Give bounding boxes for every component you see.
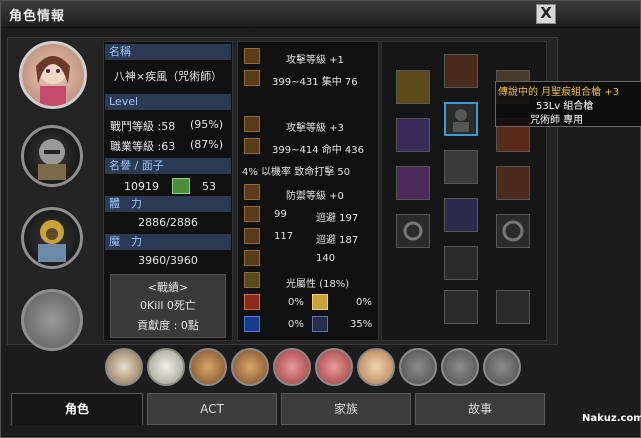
def1-evasion: 迴避 197: [316, 213, 359, 224]
knight-helmet-icon: [38, 139, 66, 180]
light-element-icon: [244, 272, 260, 288]
light-value: 0%: [356, 297, 372, 308]
contribution: 貢獻度 : 0點: [137, 319, 199, 332]
level-header: Level: [105, 94, 231, 110]
ranged-weapon-icon: [244, 116, 260, 132]
gloves-slot[interactable]: [396, 166, 430, 200]
tab-family[interactable]: 家族: [281, 393, 411, 425]
watermark-logo: Nakuz.com: [582, 413, 641, 424]
pants-slot[interactable]: [444, 290, 478, 324]
def3-value: 140: [316, 253, 336, 264]
tab-bar: 角色 ACT 家族 故事: [11, 393, 557, 425]
element-title: 光屬性 (18%): [286, 279, 350, 290]
melee-weapon-icon: [244, 48, 260, 64]
job-level: 職業等級 :63: [110, 140, 176, 153]
armored-avatar[interactable]: [21, 207, 83, 269]
attack2-line: 399~414 命中 436: [272, 145, 364, 156]
bag-slot[interactable]: [496, 166, 530, 200]
tab-character[interactable]: 角色: [11, 393, 143, 425]
attack1-title: 攻擊等級 +1: [286, 55, 344, 66]
attack1-line: 399~431 集中 76: [272, 77, 358, 88]
name-header: 名稱: [105, 44, 231, 60]
window-title: 角色情報: [9, 9, 66, 24]
pig-pet[interactable]: [273, 348, 311, 386]
staff-slot[interactable]: [396, 118, 430, 152]
kill-death: 0Kill 0死亡: [140, 299, 196, 312]
sun-icon: [312, 294, 328, 310]
dog-pet[interactable]: [231, 348, 269, 386]
dark-icon: [312, 316, 328, 332]
helmet-slot[interactable]: [444, 54, 478, 88]
job-level-percent: (87%): [190, 138, 224, 151]
ring-left-slot[interactable]: [396, 214, 430, 248]
armor-slot[interactable]: [444, 150, 478, 184]
face-icon: [172, 178, 190, 194]
mp-value: 3960/3960: [138, 254, 198, 267]
dog-pet[interactable]: [189, 348, 227, 386]
shield-icon: [244, 184, 260, 200]
gold-armor-icon: [38, 220, 66, 262]
title-bar[interactable]: 角色情報 X: [1, 1, 640, 28]
combat-level: 戰鬥等級 :58: [110, 120, 176, 133]
defense-icon: [244, 206, 260, 222]
pet-bar: [1, 344, 557, 390]
item-level: 53Lv 組合槍: [536, 101, 594, 112]
mp-header: 魔 力: [105, 234, 231, 250]
empty-pet-slot[interactable]: [399, 348, 437, 386]
accessory-slot[interactable]: [396, 70, 430, 104]
combat-level-percent: (95%): [190, 118, 224, 131]
fame-value: 10919: [124, 180, 159, 193]
close-button[interactable]: X: [536, 4, 556, 24]
egg-pet[interactable]: [357, 348, 395, 386]
def2-evasion: 迴避 187: [316, 235, 359, 246]
record-box: <戰績> 0Kill 0死亡 貢獻度 : 0點: [110, 274, 226, 338]
fire-icon: [244, 294, 260, 310]
dark-value: 35%: [350, 319, 373, 330]
ring-icon: [502, 220, 524, 242]
knight-avatar[interactable]: [21, 125, 83, 187]
defense-title: 防禦等級 +0: [286, 191, 344, 202]
info-column: 名稱 八神×疾風（咒術師） Level 戰鬥等級 :58 (95%) 職業等級 …: [103, 41, 233, 341]
stats-column: 攻擊等級 +1 399~431 集中 76 攻擊等級 +3 399~414 命中…: [237, 41, 379, 341]
hp-header: 體 力: [105, 196, 231, 212]
attack2-title: 攻擊等級 +3: [286, 123, 344, 134]
girl-portrait-icon: [36, 56, 70, 106]
def1-value: 99: [274, 209, 287, 220]
necklace-slot[interactable]: [444, 198, 478, 232]
empty-avatar-slot[interactable]: [21, 289, 83, 351]
character-name: 八神×疾風（咒術師）: [113, 70, 223, 83]
item-tooltip: 傳說中的 月聖痕組合槍 +3 53Lv 組合槍 咒術師 專用: [495, 81, 641, 127]
attack-icon: [244, 138, 260, 154]
ring-right-slot[interactable]: [496, 214, 530, 248]
empty-pet-slot[interactable]: [441, 348, 479, 386]
character-info-window: 角色情報 X 名稱 八神×疾風（咒術師） Level 戰鬥等級 :58 (95%…: [0, 0, 641, 438]
pig-pet[interactable]: [315, 348, 353, 386]
record-header: <戰績>: [147, 281, 189, 294]
hp-value: 2886/2886: [138, 216, 198, 229]
costume-slot[interactable]: [444, 102, 478, 136]
crit-line: 4% 以機率 致命打擊 50: [242, 167, 351, 178]
tab-act[interactable]: ACT: [147, 393, 277, 425]
item-class: 咒術師 專用: [530, 115, 584, 126]
sheep-pet[interactable]: [147, 348, 185, 386]
water-icon: [244, 316, 260, 332]
character-portrait[interactable]: [19, 41, 87, 109]
water-value: 0%: [288, 319, 304, 330]
chicken-pet[interactable]: [105, 348, 143, 386]
def2-value: 117: [274, 231, 294, 242]
defense-icon: [244, 228, 260, 244]
empty-pet-slot[interactable]: [483, 348, 521, 386]
fame-header: 名譽 / 面子: [105, 158, 231, 174]
defense-icon: [244, 250, 260, 266]
fire-value: 0%: [288, 297, 304, 308]
boots-slot[interactable]: [444, 246, 478, 280]
attack-icon: [244, 70, 260, 86]
face-value: 53: [202, 180, 216, 193]
item-name: 傳說中的 月聖痕組合槍 +3: [498, 87, 620, 98]
tab-story[interactable]: 故事: [415, 393, 545, 425]
silhouette-icon: [453, 109, 469, 132]
ring-icon: [403, 221, 423, 241]
coat-slot[interactable]: [496, 290, 530, 324]
